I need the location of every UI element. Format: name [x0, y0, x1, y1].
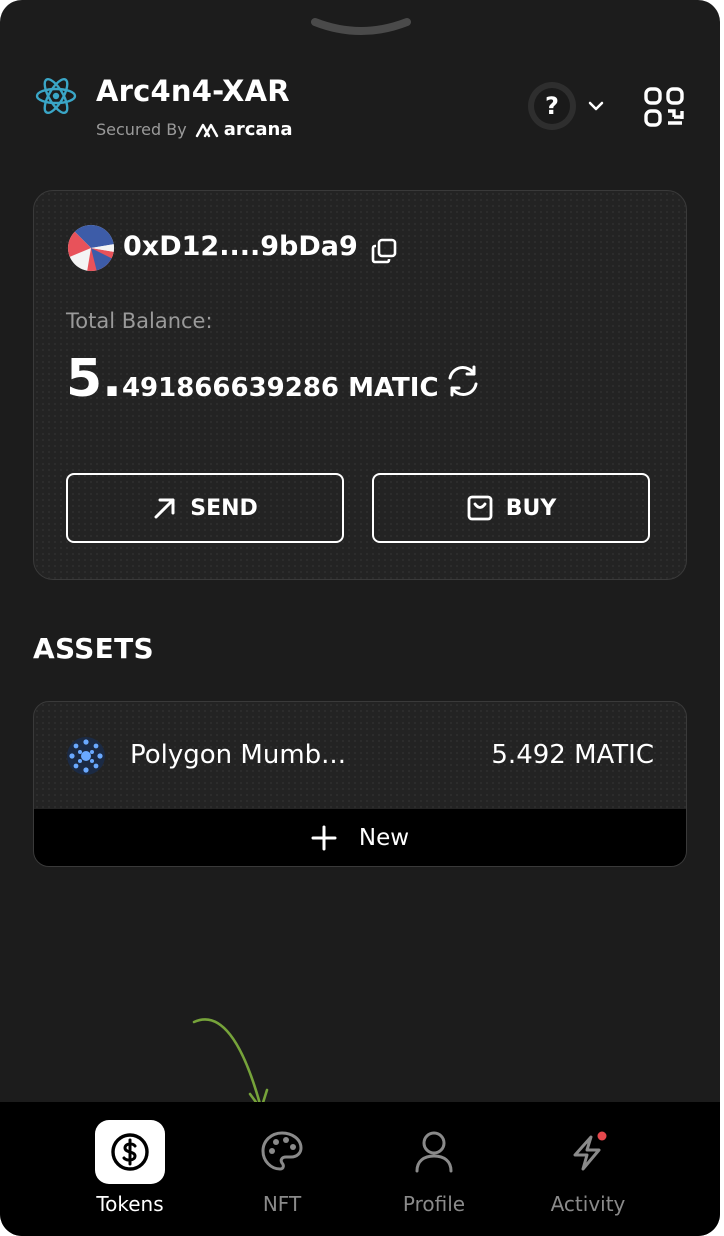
nav-label-profile: Profile: [402, 1192, 466, 1216]
nav-label-tokens: Tokens: [96, 1192, 164, 1216]
new-label: New: [358, 825, 410, 851]
arcana-logo-icon: [195, 123, 218, 137]
send-button[interactable]: SEND: [66, 473, 344, 543]
secured-by-label: Secured By: [96, 120, 187, 139]
balance-amount: 5. 491866639286 MATIC: [66, 349, 439, 409]
copy-icon[interactable]: [370, 237, 398, 265]
dollar-coin-icon: [95, 1120, 165, 1184]
nav-item-profile[interactable]: Profile: [359, 1102, 509, 1236]
lightning-icon: [553, 1120, 623, 1184]
help-button[interactable]: ?: [528, 82, 576, 130]
refresh-icon[interactable]: [445, 363, 481, 399]
total-balance-label: Total Balance:: [66, 309, 213, 333]
app-title: Arc4n4-XAR: [96, 74, 290, 108]
buy-label: BUY: [505, 495, 557, 521]
wallet-app: Arc4n4-XAR Secured By arcana ? 0xD12....…: [0, 0, 720, 1236]
chevron-down-icon[interactable]: [584, 94, 608, 118]
question-icon: ?: [534, 88, 570, 124]
bottom-nav: Tokens NFT Profile Activity: [0, 1102, 720, 1236]
qr-code-icon[interactable]: [643, 86, 685, 128]
polygon-token-icon: [67, 737, 105, 775]
nav-item-activity[interactable]: Activity: [513, 1102, 663, 1236]
atom-icon: [35, 77, 77, 115]
user-icon: [399, 1120, 469, 1184]
wallet-icon: [467, 495, 493, 521]
arrow-up-right-icon: [154, 498, 175, 519]
plus-icon: [311, 825, 337, 851]
asset-name: Polygon Mumb...: [130, 740, 346, 770]
secured-by: Secured By arcana: [96, 119, 293, 140]
collapse-handle-icon[interactable]: [311, 16, 411, 42]
nav-item-nft[interactable]: NFT: [207, 1102, 357, 1236]
assets-list: Polygon Mumb... 5.492 MATIC New: [33, 701, 687, 867]
balance-card: 0xD12....9bDa9 Total Balance: 5. 4918666…: [33, 190, 687, 580]
add-new-asset-button[interactable]: New: [34, 809, 686, 866]
nav-label-activity: Activity: [550, 1192, 626, 1216]
notification-dot-icon: [597, 1131, 607, 1141]
buy-button[interactable]: BUY: [372, 473, 650, 543]
assets-heading: ASSETS: [33, 632, 154, 665]
avatar: [68, 225, 114, 271]
asset-amount: 5.492 MATIC: [491, 740, 654, 770]
wallet-address: 0xD12....9bDa9: [123, 231, 358, 262]
balance-integer: 5.: [66, 349, 122, 409]
asset-row-polygon[interactable]: Polygon Mumb... 5.492 MATIC: [34, 702, 686, 808]
nav-label-nft: NFT: [262, 1192, 302, 1216]
arcana-brand-text: arcana: [223, 119, 293, 140]
balance-fraction: 491866639286 MATIC: [121, 373, 439, 403]
nav-item-tokens[interactable]: Tokens: [55, 1102, 205, 1236]
send-label: SEND: [190, 495, 258, 521]
arcana-brand: arcana: [195, 119, 293, 140]
palette-icon: [247, 1120, 317, 1184]
